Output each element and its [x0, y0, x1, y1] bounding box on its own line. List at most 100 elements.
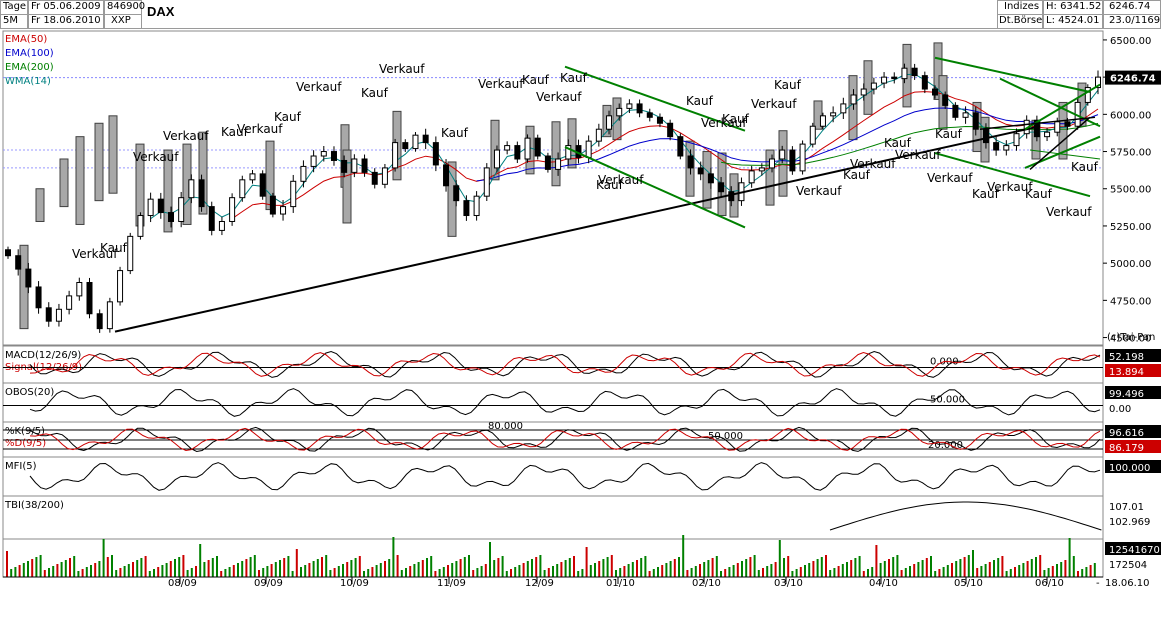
candle-body — [432, 142, 439, 166]
signal-bar — [612, 97, 622, 141]
candle-body — [819, 115, 826, 127]
volume-bar — [552, 566, 554, 577]
candle-body — [962, 112, 969, 118]
volume-bar — [648, 571, 651, 577]
volume-bar — [1043, 570, 1046, 577]
candle-body — [35, 286, 42, 309]
candle-body — [656, 116, 663, 124]
volume-bar — [447, 565, 449, 577]
candle-body — [218, 220, 225, 231]
volume-bar — [165, 563, 168, 577]
volume-bar — [623, 566, 626, 577]
value-tag-label: 107.01 — [1109, 502, 1144, 513]
panel-stoch: %K(9/5)%D(9/5)80.00050.00020.00096.61686… — [2, 421, 1161, 458]
time-tick-label: 06/10 — [1035, 578, 1064, 589]
candle-body — [972, 112, 979, 130]
volume-bar — [753, 555, 756, 577]
volume-bar — [862, 571, 865, 577]
value-tag-label-2: 0.00 — [1109, 404, 1131, 415]
volume-bar — [736, 563, 739, 577]
volume-bar — [90, 565, 92, 577]
volume-bar — [728, 567, 731, 577]
candle-body — [555, 158, 562, 170]
symbol-title: DAX — [147, 4, 175, 19]
volume-bar — [468, 555, 470, 577]
exchange: Dt.Börse — [999, 15, 1043, 26]
volume-bar — [1093, 563, 1096, 577]
signal-label-verkauf: Verkauf — [895, 148, 941, 162]
signal-label-verkauf: Verkauf — [536, 90, 582, 104]
volume-bar — [846, 562, 848, 577]
candle-body — [473, 195, 480, 217]
volume-bar — [808, 563, 811, 577]
volume-bar — [871, 567, 874, 577]
candle-body — [921, 75, 928, 90]
volume-bar — [43, 570, 46, 577]
volume-bar — [409, 566, 412, 577]
volume-bar — [531, 559, 533, 577]
volume-bar — [505, 571, 508, 577]
candle-body — [66, 295, 73, 310]
volume-bar — [22, 563, 25, 577]
signal-label-kauf: Kauf — [560, 71, 588, 85]
chart-area[interactable]: KaufKaufKaufKaufKaufKauf KaufKaufKaufKauf… — [0, 29, 1161, 624]
volume-bar — [984, 564, 987, 577]
volume-bar — [1039, 555, 1042, 577]
volume-bar — [48, 568, 50, 577]
volume-bar — [258, 570, 260, 577]
volume-bar — [795, 569, 798, 577]
candle-body — [789, 149, 796, 172]
volume-bar — [169, 561, 172, 577]
volume-bar — [321, 557, 323, 577]
volume-bar — [627, 564, 630, 577]
candle-body — [758, 167, 765, 172]
time-tick-label: 08/09 — [168, 578, 197, 589]
time-tick-label: 04/10 — [869, 578, 898, 589]
volume-bar — [589, 565, 592, 577]
volume-bar — [556, 564, 559, 577]
signal-bar — [35, 188, 45, 222]
volume-bar — [686, 570, 689, 577]
volume-bar — [955, 561, 958, 577]
volume-bar — [518, 565, 521, 577]
volume-bar — [1064, 560, 1067, 577]
candle-body — [718, 182, 725, 193]
volume-bar — [749, 557, 752, 577]
volume-bar — [111, 555, 113, 577]
volume-bar — [358, 556, 361, 577]
candle-body — [646, 112, 653, 118]
exchange-code: XXP — [111, 15, 131, 26]
volume-bar — [455, 561, 458, 577]
volume-bar — [619, 568, 622, 577]
time-tick-label: 01/10 — [606, 578, 635, 589]
panel-tbi: TBI(38/200) 107.01 102.969 — [2, 495, 1161, 540]
signal-label-verkauf: Verkauf — [72, 247, 118, 261]
candle-body — [106, 301, 113, 330]
volume-bar — [35, 557, 38, 577]
volume-bar — [287, 556, 290, 577]
volume-bar — [157, 567, 160, 577]
candle-body — [606, 115, 613, 130]
value-tag-label: 96.616 — [1109, 428, 1144, 439]
volume-bar — [493, 560, 496, 577]
candle-body — [544, 155, 551, 170]
volume-bar — [934, 571, 937, 577]
volume-bar — [77, 571, 80, 577]
volume-bar — [930, 556, 932, 577]
candle-body — [157, 198, 164, 214]
volume-bar — [850, 560, 853, 577]
volume-bar — [182, 555, 185, 577]
volume-bar — [304, 565, 307, 577]
time-tick-label: 12/09 — [525, 578, 554, 589]
price-tick-label: 5750.00 — [1110, 148, 1151, 159]
candle-body — [290, 180, 297, 208]
volume-bar — [497, 558, 500, 577]
interval-label: 5M — [3, 15, 18, 26]
volume-bar — [804, 565, 806, 577]
volume-bar — [581, 569, 584, 577]
volume-bar — [174, 559, 176, 577]
volume-bar — [73, 556, 76, 577]
volume-bar — [665, 563, 668, 577]
volume-bar — [560, 562, 563, 577]
candle-body — [799, 143, 806, 172]
